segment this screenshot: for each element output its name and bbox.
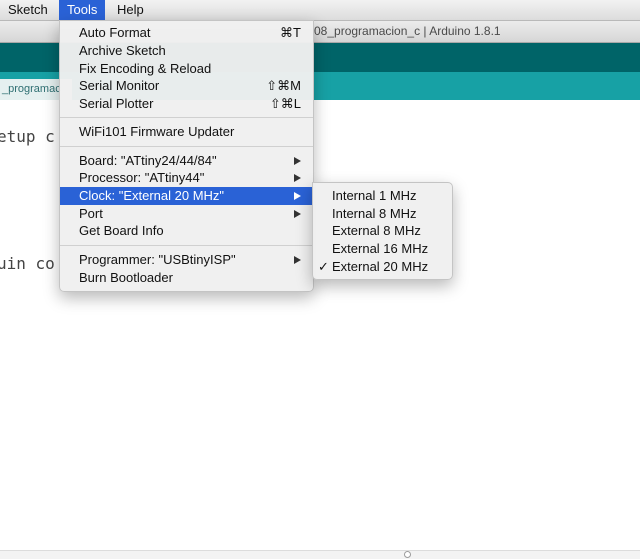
menu-item-wifi101-updater[interactable]: WiFi101 Firmware Updater [60, 123, 313, 141]
checkmark-icon: ✓ [318, 259, 329, 274]
clock-option-external-20mhz[interactable]: ✓ External 20 MHz [313, 258, 452, 276]
clock-submenu: Internal 1 MHz Internal 8 MHz External 8… [312, 182, 453, 280]
menu-item-label: Burn Bootloader [79, 270, 173, 285]
menu-item-label: Port [79, 206, 103, 221]
resize-handle-icon[interactable] [404, 551, 411, 558]
code-line: etup c [0, 127, 55, 146]
window-title: 08_programacion_c | Arduino 1.8.1 [314, 24, 501, 38]
menu-item-label: WiFi101 Firmware Updater [79, 124, 235, 139]
submenu-arrow-icon [294, 157, 301, 165]
menu-item-label: Get Board Info [79, 223, 164, 238]
shortcut-label: ⇧⌘M [266, 78, 301, 93]
shortcut-label: ⌘T [280, 25, 301, 40]
menu-item-label: Board: "ATtiny24/44/84" [79, 153, 217, 168]
shortcut-label: ⇧⌘L [269, 96, 301, 111]
menu-item-label: Fix Encoding & Reload [79, 61, 212, 76]
tools-menu: Auto Format ⌘T Archive Sketch Fix Encodi… [59, 20, 314, 292]
menu-separator [60, 117, 313, 118]
menu-item-port[interactable]: Port [60, 205, 313, 223]
menu-sketch[interactable]: Sketch [0, 0, 56, 20]
menu-bar: Sketch Tools Help [0, 0, 640, 21]
menu-separator [60, 245, 313, 246]
menu-item-label: External 8 MHz [332, 223, 421, 238]
menu-item-label: Auto Format [79, 25, 151, 40]
submenu-arrow-icon [294, 192, 301, 200]
submenu-arrow-icon [294, 174, 301, 182]
submenu-arrow-icon [294, 256, 301, 264]
menu-help[interactable]: Help [109, 0, 152, 20]
menu-item-get-board-info[interactable]: Get Board Info [60, 222, 313, 240]
menu-item-label: Clock: "External 20 MHz" [79, 188, 225, 203]
menu-item-processor[interactable]: Processor: "ATtiny44" [60, 169, 313, 187]
menu-item-label: Processor: "ATtiny44" [79, 170, 205, 185]
menu-item-label: Programmer: "USBtinyISP" [79, 252, 236, 267]
menu-tools[interactable]: Tools [59, 0, 106, 20]
menu-item-label: Serial Monitor [79, 78, 160, 93]
menu-item-label: External 20 MHz [332, 259, 429, 274]
menu-item-serial-plotter[interactable]: Serial Plotter ⇧⌘L [60, 95, 313, 113]
clock-option-external-16mhz[interactable]: External 16 MHz [313, 240, 452, 258]
menu-separator [60, 146, 313, 147]
menu-item-burn-bootloader[interactable]: Burn Bootloader [60, 269, 313, 287]
clock-option-external-8mhz[interactable]: External 8 MHz [313, 222, 452, 240]
menu-item-serial-monitor[interactable]: Serial Monitor ⇧⌘M [60, 77, 313, 95]
submenu-arrow-icon [294, 210, 301, 218]
menu-item-label: Internal 1 MHz [332, 188, 417, 203]
menu-item-label: Internal 8 MHz [332, 206, 417, 221]
menu-item-archive-sketch[interactable]: Archive Sketch [60, 42, 313, 60]
menu-item-label: Archive Sketch [79, 43, 166, 58]
menu-item-fix-encoding[interactable]: Fix Encoding & Reload [60, 60, 313, 78]
menu-item-clock[interactable]: Clock: "External 20 MHz" [60, 187, 313, 205]
clock-option-internal-1mhz[interactable]: Internal 1 MHz [313, 187, 452, 205]
menu-item-label: Serial Plotter [79, 96, 154, 111]
menu-item-auto-format[interactable]: Auto Format ⌘T [60, 24, 313, 42]
menu-item-board[interactable]: Board: "ATtiny24/44/84" [60, 152, 313, 170]
menu-item-label: External 16 MHz [332, 241, 429, 256]
menu-item-programmer[interactable]: Programmer: "USBtinyISP" [60, 251, 313, 269]
code-line: uin co [0, 254, 55, 273]
clock-option-internal-8mhz[interactable]: Internal 8 MHz [313, 205, 452, 223]
